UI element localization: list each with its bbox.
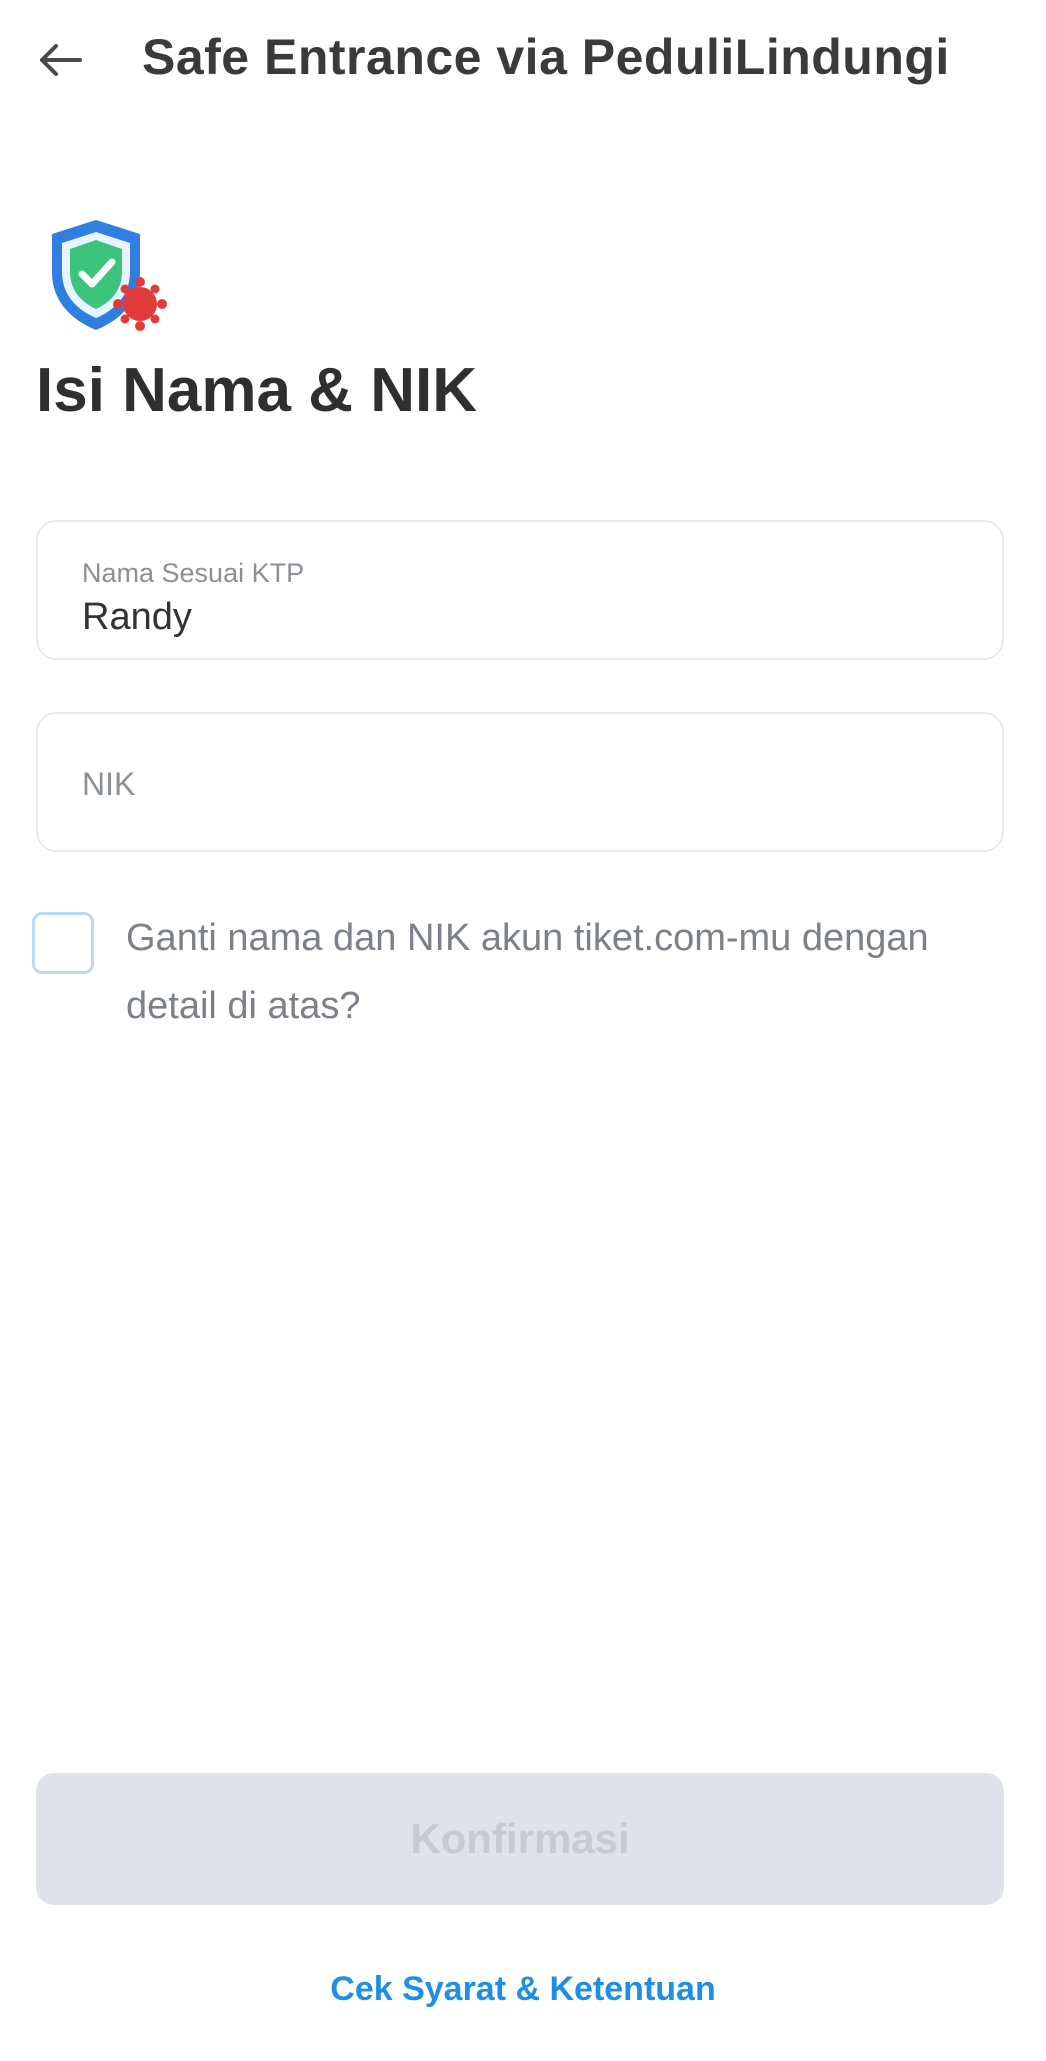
name-field[interactable]: Nama Sesuai KTP Randy — [36, 520, 1004, 660]
arrow-left-icon — [40, 44, 82, 76]
header-title: Safe Entrance via PeduliLindungi — [142, 29, 950, 85]
app-header: Safe Entrance via PeduliLindungi — [0, 0, 1046, 120]
back-button[interactable] — [36, 38, 96, 82]
nik-field-placeholder[interactable]: NIK — [82, 766, 135, 803]
name-field-label: Nama Sesuai KTP — [82, 558, 305, 588]
replace-account-checkbox[interactable] — [32, 912, 94, 974]
shield-check-virus-icon — [40, 212, 170, 342]
confirm-button[interactable]: Konfirmasi — [36, 1773, 1004, 1905]
nik-field[interactable]: NIK — [36, 712, 1004, 852]
page-title: Isi Nama & NIK — [36, 356, 478, 425]
name-field-value[interactable]: Randy — [82, 596, 192, 639]
terms-link[interactable]: Cek Syarat & Ketentuan — [0, 1970, 1046, 2009]
replace-account-row: Ganti nama dan NIK akun tiket.com-mu den… — [32, 908, 1012, 1040]
replace-account-label[interactable]: Ganti nama dan NIK akun tiket.com-mu den… — [126, 904, 946, 1040]
